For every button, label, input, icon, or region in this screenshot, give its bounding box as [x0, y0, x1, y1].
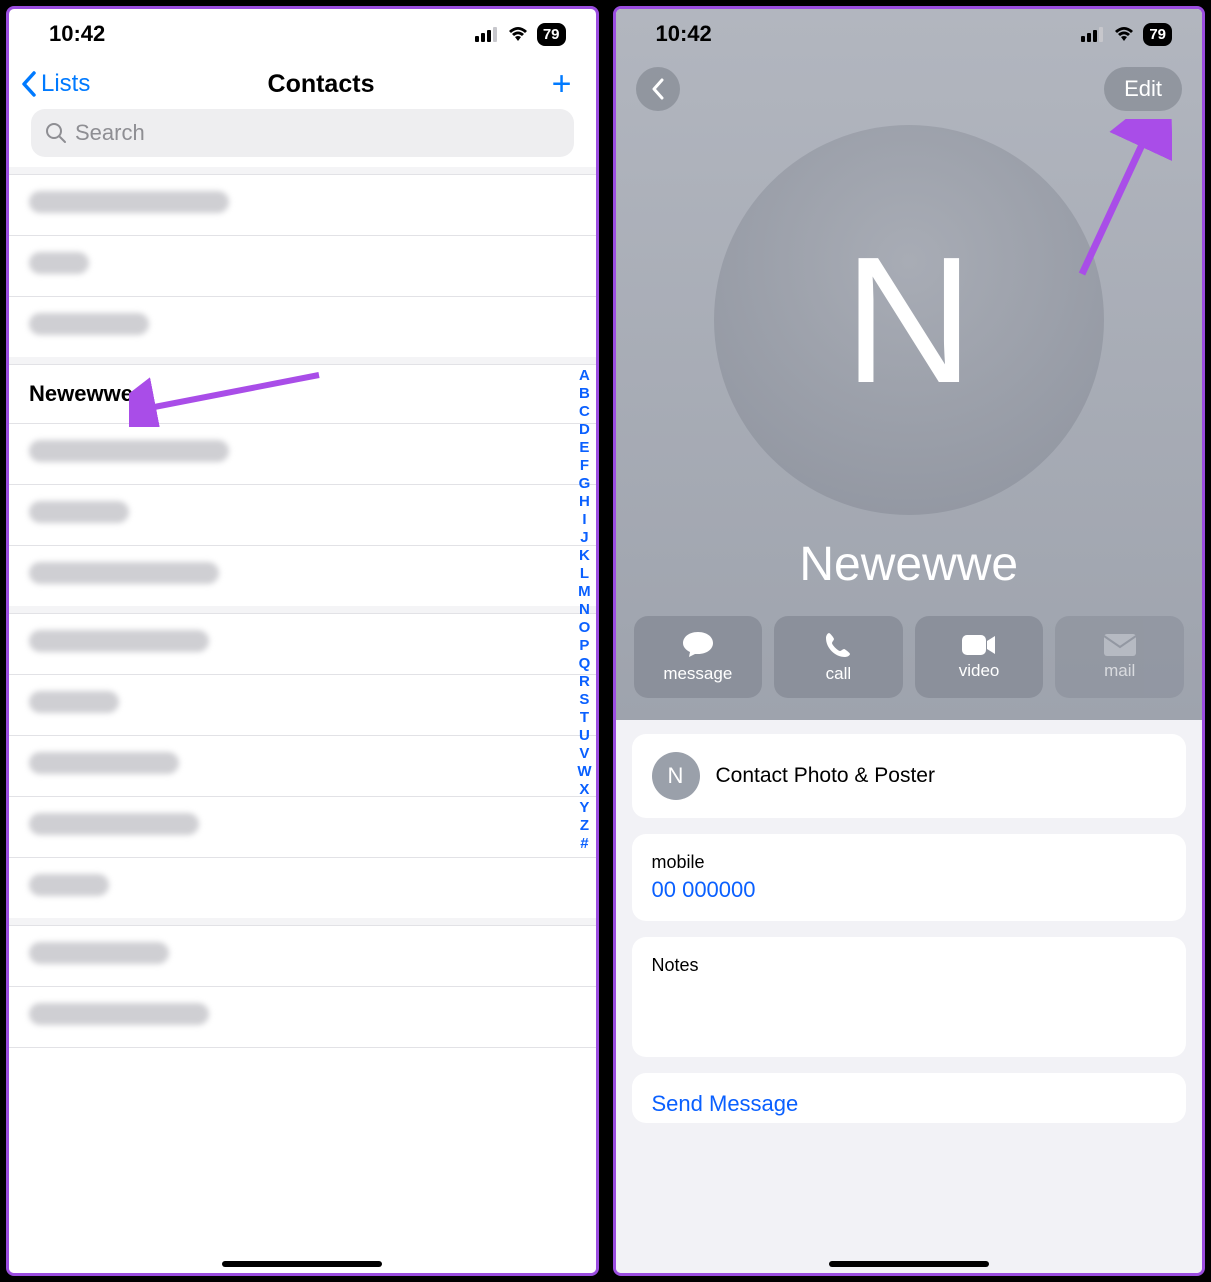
status-time: 10:42: [656, 21, 712, 47]
list-item[interactable]: [9, 736, 596, 797]
contact-details: N Contact Photo & Poster mobile 00 00000…: [616, 720, 1203, 1273]
call-button[interactable]: call: [774, 616, 903, 698]
index-letter[interactable]: #: [577, 835, 591, 852]
message-icon: [681, 630, 715, 660]
avatar-initial: N: [844, 217, 974, 424]
contact-name: Newewwe: [616, 525, 1203, 616]
send-message-link[interactable]: Send Message: [652, 1091, 799, 1116]
phone-icon: [823, 630, 853, 660]
list-item[interactable]: [9, 797, 596, 858]
contact-detail-screen: 10:42 79 Edit N Newewwe: [613, 6, 1206, 1276]
index-letter[interactable]: E: [577, 439, 591, 456]
notes-card[interactable]: Notes: [632, 937, 1187, 1057]
contact-newewwe[interactable]: Newewwe: [9, 365, 596, 424]
video-icon: [961, 633, 997, 657]
chevron-left-icon: [651, 78, 665, 100]
index-letter[interactable]: R: [577, 673, 591, 690]
cellular-icon: [475, 26, 499, 42]
edit-button[interactable]: Edit: [1104, 67, 1182, 111]
list-item[interactable]: [9, 926, 596, 987]
cellular-icon: [1081, 26, 1105, 42]
home-indicator[interactable]: [829, 1261, 989, 1267]
contact-avatar[interactable]: N: [714, 125, 1104, 515]
index-letter[interactable]: I: [577, 511, 591, 528]
index-letter[interactable]: K: [577, 547, 591, 564]
index-letter[interactable]: F: [577, 457, 591, 474]
add-contact-button[interactable]: +: [552, 67, 572, 101]
action-buttons: message call video mail: [616, 616, 1203, 720]
index-letter[interactable]: G: [577, 475, 591, 492]
message-button[interactable]: message: [634, 616, 763, 698]
list-item[interactable]: [9, 858, 596, 918]
back-label: Lists: [41, 70, 90, 98]
index-letter[interactable]: O: [577, 619, 591, 636]
status-indicators: 79: [475, 23, 566, 46]
search-icon: [45, 122, 67, 144]
index-letter[interactable]: Q: [577, 655, 591, 672]
index-letter[interactable]: W: [577, 763, 591, 780]
mail-icon: [1103, 633, 1137, 657]
index-letter[interactable]: H: [577, 493, 591, 510]
index-letter[interactable]: B: [577, 385, 591, 402]
index-letter[interactable]: Y: [577, 799, 591, 816]
index-letter[interactable]: V: [577, 745, 591, 762]
contact-name: Newewwe: [29, 381, 133, 406]
wifi-icon: [507, 26, 529, 42]
edit-label: Edit: [1124, 76, 1162, 102]
index-letter[interactable]: L: [577, 565, 591, 582]
list-item[interactable]: [9, 987, 596, 1048]
index-letter[interactable]: U: [577, 727, 591, 744]
status-time: 10:42: [49, 21, 105, 47]
index-letter[interactable]: P: [577, 637, 591, 654]
contacts-list[interactable]: Newewwe ABCDEFGHIJKLMNOPQRSTUVWXYZ#: [9, 167, 596, 1273]
alphabet-index[interactable]: ABCDEFGHIJKLMNOPQRSTUVWXYZ#: [577, 367, 591, 852]
phone-card[interactable]: mobile 00 000000: [632, 834, 1187, 921]
list-item[interactable]: [9, 546, 596, 606]
search-placeholder: Search: [75, 120, 145, 146]
nav-bar: Lists Contacts +: [9, 59, 596, 107]
index-letter[interactable]: T: [577, 709, 591, 726]
status-bar: 10:42 79: [616, 9, 1203, 59]
index-letter[interactable]: D: [577, 421, 591, 438]
mobile-number[interactable]: 00 000000: [652, 877, 1167, 903]
list-item[interactable]: [9, 485, 596, 546]
contact-header: 10:42 79 Edit N Newewwe: [616, 9, 1203, 720]
battery-icon: 79: [537, 23, 566, 46]
index-letter[interactable]: Z: [577, 817, 591, 834]
index-letter[interactable]: M: [577, 583, 591, 600]
video-button[interactable]: video: [915, 616, 1044, 698]
index-letter[interactable]: C: [577, 403, 591, 420]
list-item[interactable]: [9, 297, 596, 357]
search-input[interactable]: Search: [31, 109, 574, 157]
status-indicators: 79: [1081, 23, 1172, 46]
notes-label: Notes: [652, 955, 1167, 976]
back-button[interactable]: [636, 67, 680, 111]
battery-icon: 79: [1143, 23, 1172, 46]
list-item[interactable]: [9, 675, 596, 736]
photo-poster-label: Contact Photo & Poster: [716, 764, 935, 788]
back-button[interactable]: Lists: [21, 70, 90, 98]
mobile-label: mobile: [652, 852, 1167, 873]
page-title: Contacts: [268, 70, 375, 99]
status-bar: 10:42 79: [9, 9, 596, 59]
list-item[interactable]: [9, 175, 596, 236]
mail-button: mail: [1055, 616, 1184, 698]
contacts-list-screen: 10:42 79 Lists Contacts + Search: [6, 6, 599, 1276]
index-letter[interactable]: X: [577, 781, 591, 798]
index-letter[interactable]: S: [577, 691, 591, 708]
home-indicator[interactable]: [222, 1261, 382, 1267]
wifi-icon: [1113, 26, 1135, 42]
mini-avatar: N: [652, 752, 700, 800]
list-item[interactable]: [9, 614, 596, 675]
index-letter[interactable]: N: [577, 601, 591, 618]
index-letter[interactable]: J: [577, 529, 591, 546]
photo-poster-row[interactable]: N Contact Photo & Poster: [632, 734, 1187, 818]
list-item[interactable]: [9, 424, 596, 485]
index-letter[interactable]: A: [577, 367, 591, 384]
list-item[interactable]: [9, 236, 596, 297]
send-message-row[interactable]: Send Message: [632, 1073, 1187, 1123]
